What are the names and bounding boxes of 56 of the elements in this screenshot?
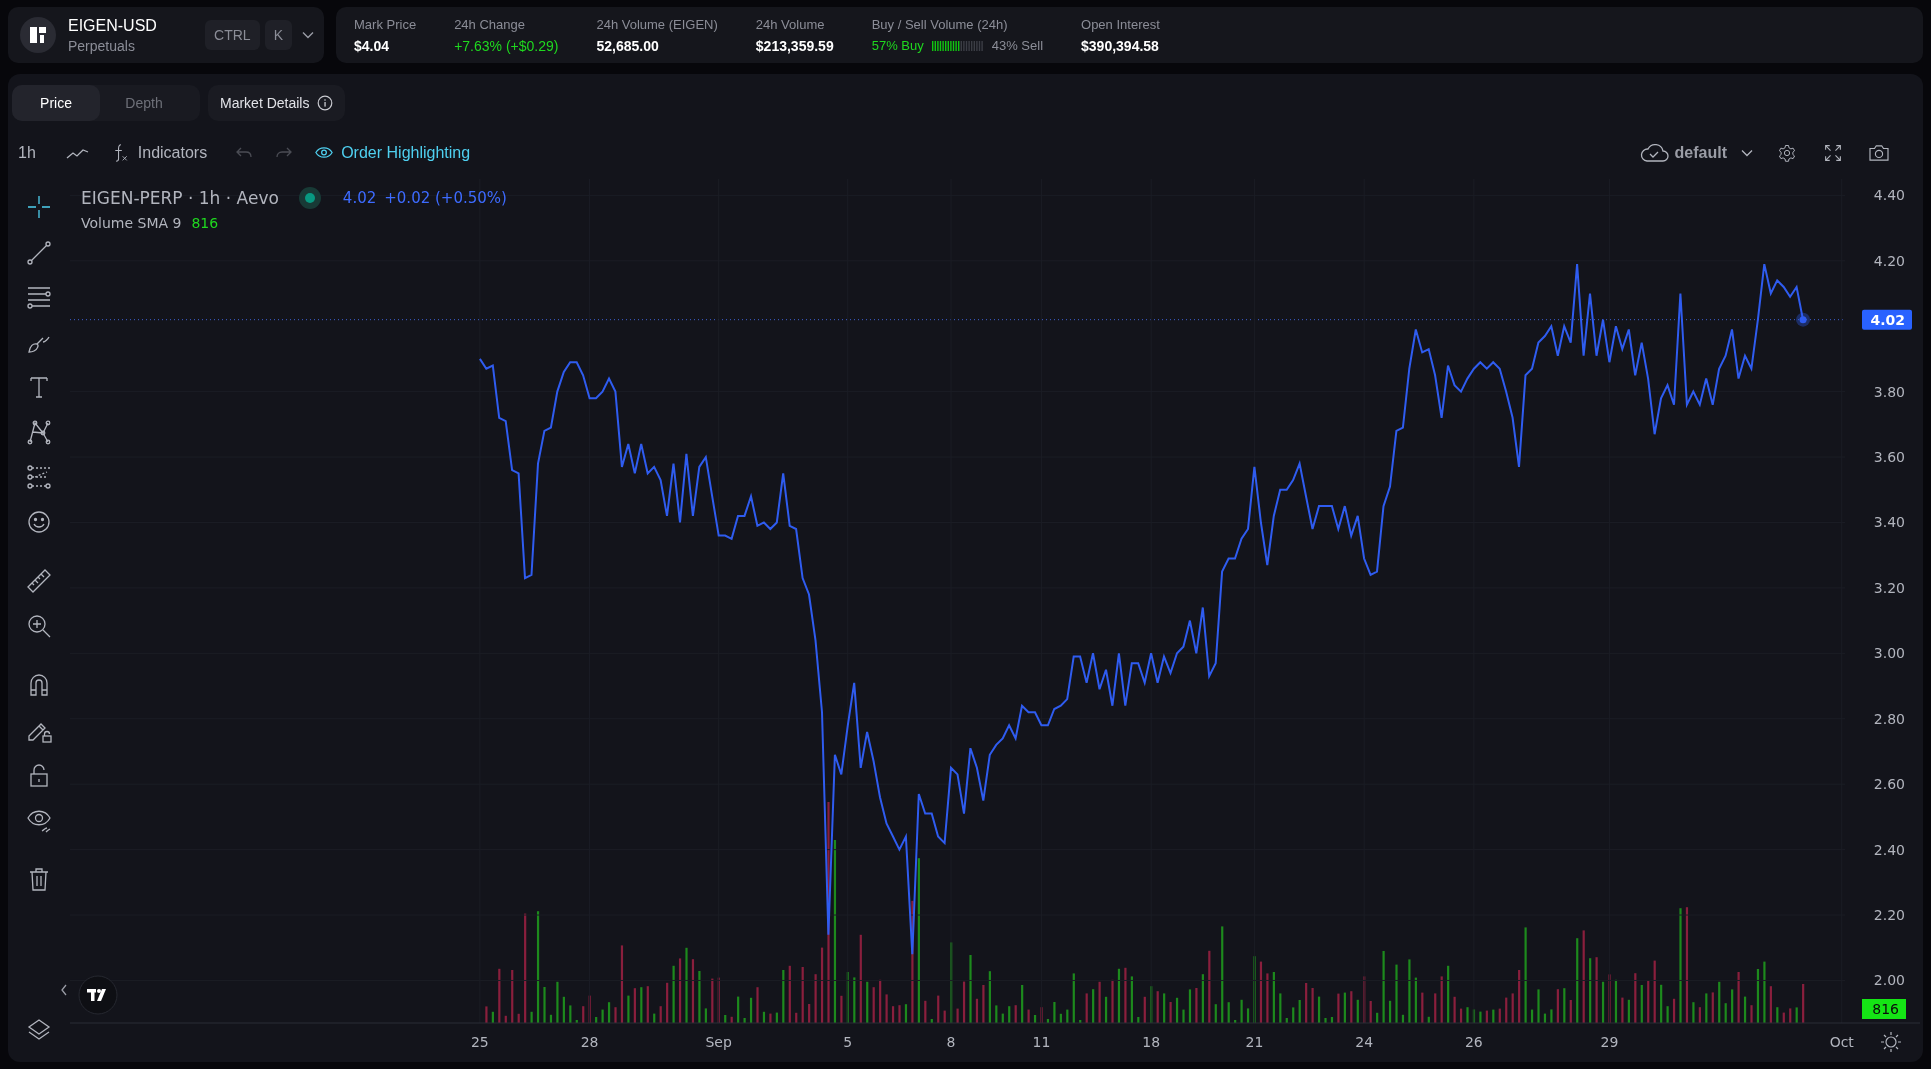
price-axis-label: 3.00 — [1873, 645, 1905, 662]
indicator-name: Volume SMA 9 — [81, 215, 182, 231]
market-details-button[interactable]: Market Details — [208, 85, 346, 121]
stat-label: 24h Volume — [755, 16, 826, 32]
legend-change: +0.02 (+0.50%) — [384, 189, 507, 207]
price-axis-label: 2.00 — [1873, 972, 1905, 989]
volume-badge: 816 — [1862, 999, 1906, 1019]
time-axis-label: 11 — [1032, 1034, 1051, 1050]
stat-value: +7.63% (+$0.29) — [454, 37, 559, 54]
interval-button[interactable]: 1h — [18, 143, 36, 162]
price-axis-label: 2.40 — [1873, 841, 1905, 858]
time-axis-label: Sep — [705, 1034, 732, 1050]
price-axis-label: 3.60 — [1873, 449, 1905, 466]
buy-percentage: 57% Buy — [871, 38, 924, 53]
price-axis-label: 2.80 — [1873, 710, 1905, 727]
chart-symbol-title: EIGEN-PERP · 1h · Aevo — [81, 188, 279, 208]
stat-label: 24h Volume (EIGEN) — [596, 16, 718, 32]
price-axis-label: 3.20 — [1873, 579, 1905, 596]
time-axis-label: 26 — [1464, 1034, 1483, 1050]
stat-label: Buy / Sell Volume (24h) — [871, 17, 1009, 32]
view-tab[interactable]: Price — [12, 85, 100, 121]
time-axis-label: 18 — [1142, 1034, 1161, 1050]
market-type: Perpetuals — [68, 37, 136, 54]
price-axis-label: 2.60 — [1873, 776, 1905, 793]
indicators-button[interactable]: Indicators — [111, 140, 208, 165]
last-price-badge: 4.02 — [1862, 309, 1912, 330]
price-axis-label: 4.40 — [1873, 187, 1905, 204]
market-card[interactable]: EIGEN-USD Perpetuals CTRL K — [8, 7, 324, 63]
time-axis-label: 8 — [946, 1034, 956, 1050]
view-tab[interactable]: Depth — [100, 85, 188, 121]
shortcut-key: K — [264, 20, 292, 50]
price-axis-label: 2.20 — [1873, 907, 1905, 924]
time-axis-label: 5 — [843, 1034, 853, 1050]
price-axis-label: 4.20 — [1873, 252, 1905, 269]
price-axis-label: 3.80 — [1873, 383, 1905, 400]
price-axis-label: 3.40 — [1873, 514, 1905, 531]
sell-percentage: 43% Sell — [991, 38, 1044, 53]
legend-price: 4.02 — [342, 189, 377, 207]
order-highlighting-toggle[interactable]: Order Highlighting — [315, 143, 471, 162]
stat-value: $390,394.58 — [1081, 37, 1160, 54]
time-axis-label: 29 — [1600, 1034, 1619, 1050]
stat-value: 52,685.00 — [596, 37, 660, 54]
stat-value: $213,359.59 — [755, 37, 834, 54]
time-axis-label: 28 — [580, 1034, 599, 1050]
layout-button[interactable]: default — [1638, 142, 1727, 163]
time-axis-label: 21 — [1245, 1034, 1264, 1050]
time-axis-label: 24 — [1355, 1034, 1374, 1050]
stat-label: Open Interest — [1081, 16, 1160, 32]
stat-label: 24h Change — [454, 16, 526, 32]
stat-label: Mark Price — [354, 16, 417, 32]
market-symbol: EIGEN-USD — [68, 16, 158, 35]
time-axis-label: Oct — [1829, 1034, 1854, 1050]
time-axis-label: 25 — [470, 1034, 489, 1050]
shortcut-key: CTRL — [205, 20, 260, 50]
indicator-value: 816 — [191, 215, 219, 231]
stat-value: $4.04 — [354, 37, 391, 54]
